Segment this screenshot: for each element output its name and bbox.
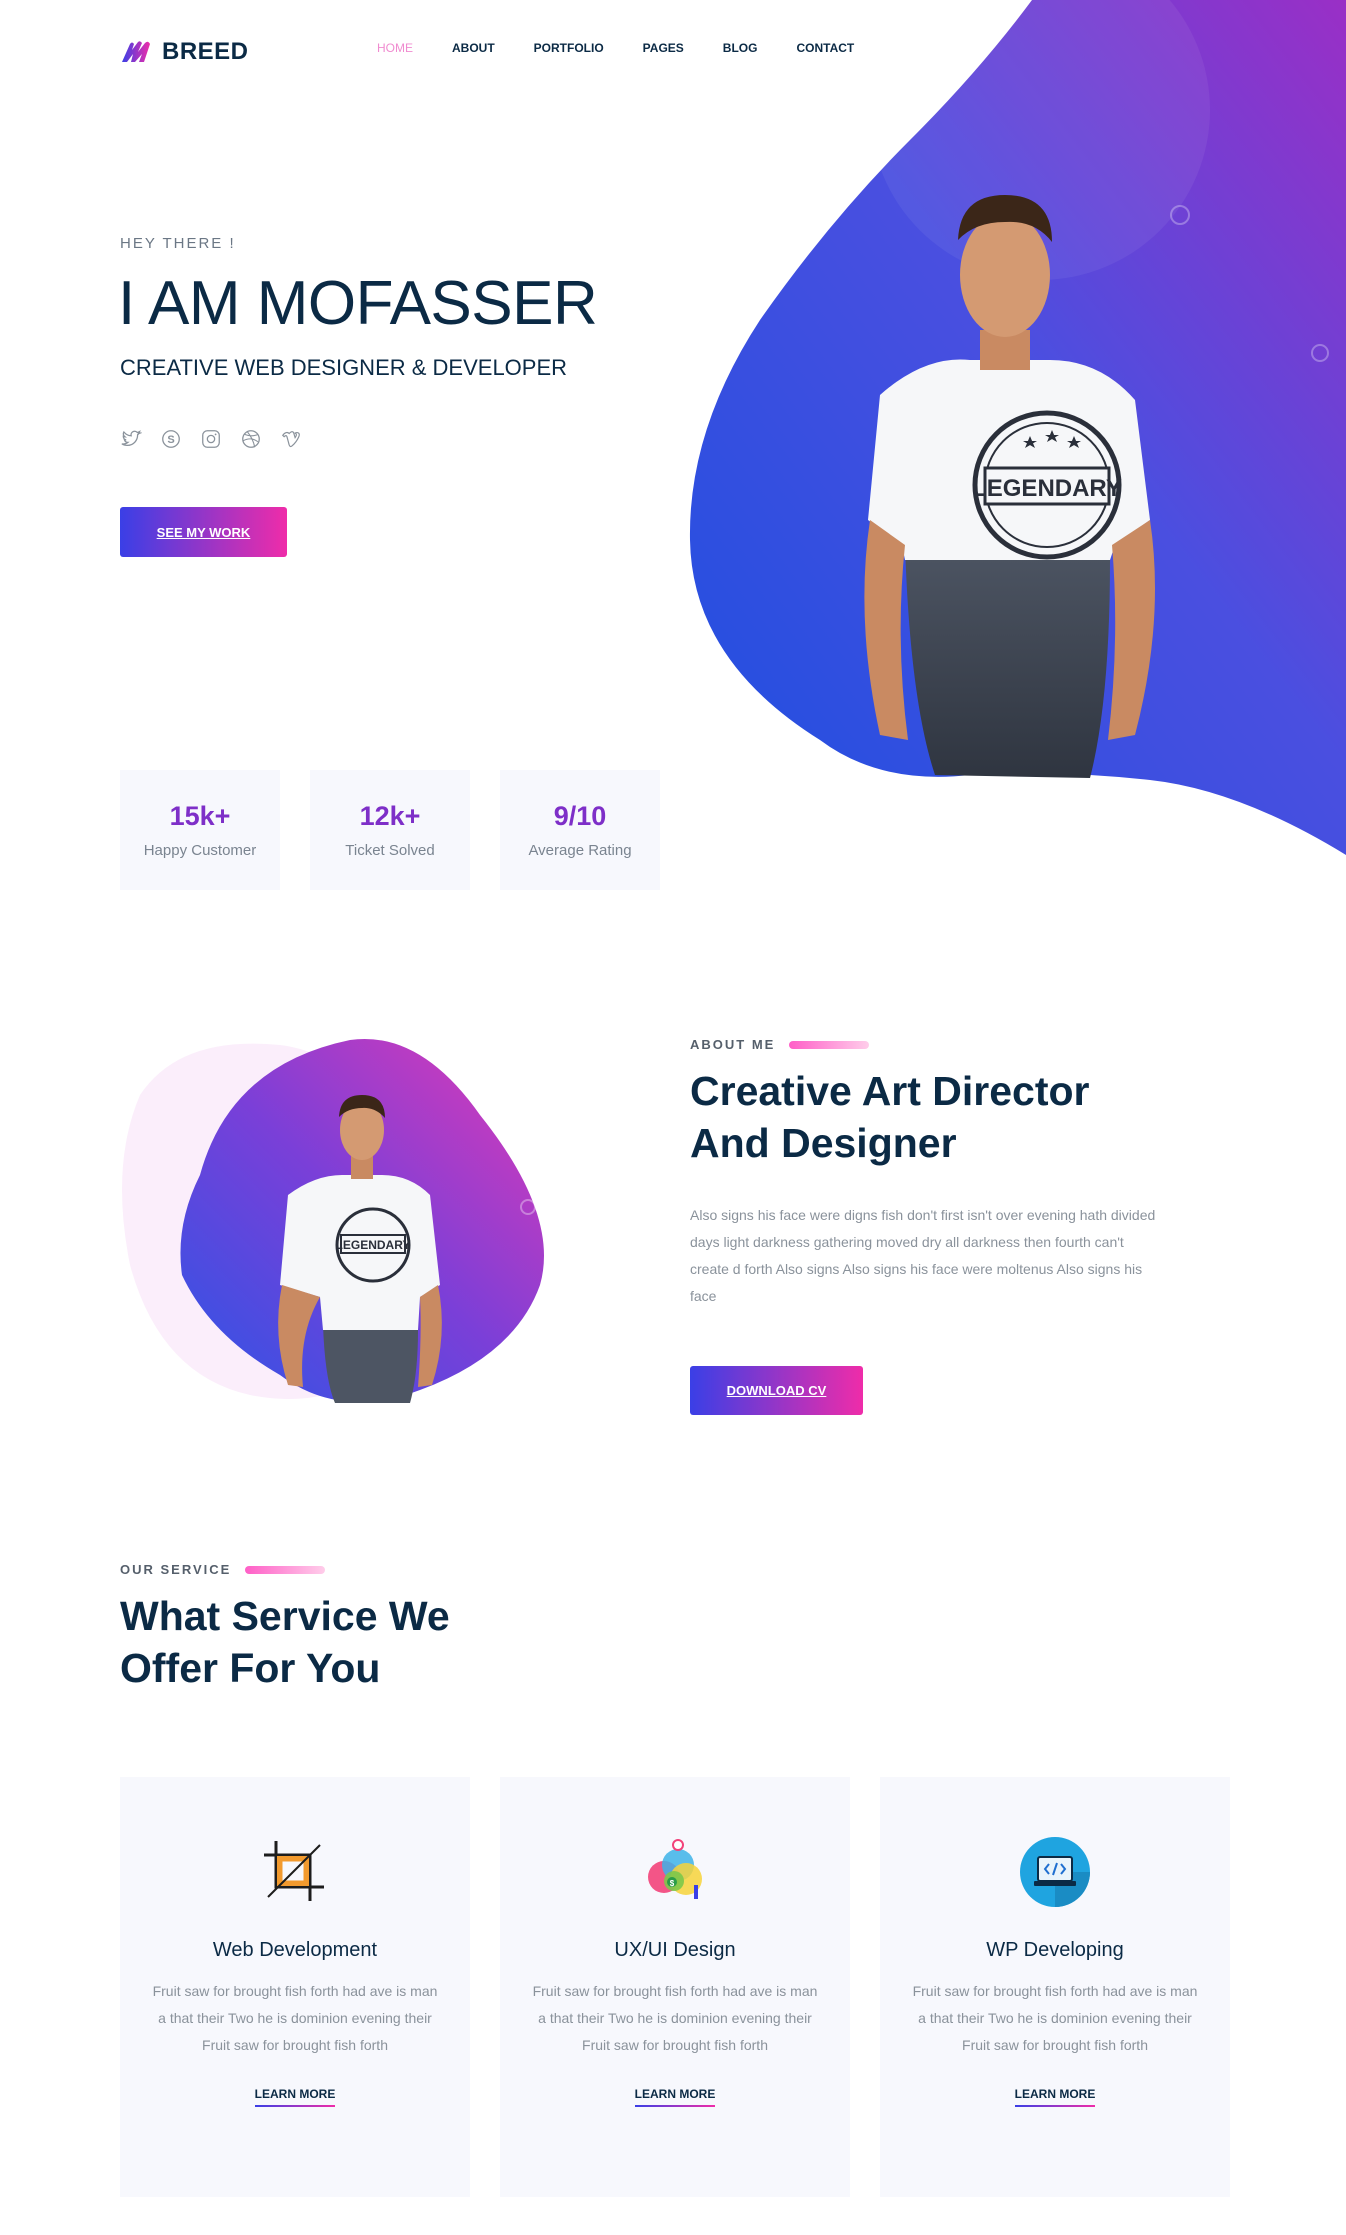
social-links: S <box>120 428 302 450</box>
learn-more-link[interactable]: LEARN MORE <box>254 2087 335 2107</box>
stat-card: 15k+ Happy Customer <box>120 770 280 890</box>
service-text: Fruit saw for brought fish forth had ave… <box>532 1983 818 2053</box>
hero-image: LEGENDARY <box>689 0 1346 855</box>
shirt-text: LEGENDARY <box>336 1238 411 1252</box>
stats-row: 15k+ Happy Customer 12k+ Ticket Solved 9… <box>120 770 660 890</box>
stat-label: Average Rating <box>528 842 632 859</box>
instagram-icon[interactable] <box>200 428 222 450</box>
stat-value: 12k+ <box>359 801 421 831</box>
brand-name: BREED <box>162 38 249 65</box>
about-image: LEGENDARY <box>122 1038 544 1403</box>
stat-card: 9/10 Average Rating <box>500 770 660 890</box>
stat-card: 12k+ Ticket Solved <box>310 770 470 890</box>
services-title-line1: What Service We <box>120 1593 450 1639</box>
crop-icon <box>258 1835 332 1909</box>
laptop-code-icon <box>1018 1835 1092 1909</box>
service-title: Web Development <box>212 1939 378 1961</box>
stat-value: 15k+ <box>169 801 231 831</box>
about-title-line1: Creative Art Director <box>690 1068 1090 1114</box>
service-card: WP Developing Fruit saw for brought fish… <box>880 1777 1230 2197</box>
skype-icon[interactable]: S <box>160 428 182 450</box>
learn-more-link[interactable]: LEARN MORE <box>634 2087 715 2107</box>
svg-text:S: S <box>167 434 174 446</box>
about-eyebrow: ABOUT ME <box>690 1037 870 1052</box>
about-title-line2: And Designer <box>690 1120 957 1166</box>
services-title: What Service We Offer For You <box>120 1590 540 1694</box>
logo-mark-icon <box>122 41 150 62</box>
stat-label: Ticket Solved <box>345 842 435 859</box>
nav-pages[interactable]: PAGES <box>643 41 684 55</box>
hero-eyebrow: HEY THERE ! <box>120 235 236 252</box>
twitter-icon[interactable] <box>120 428 142 450</box>
nav-about[interactable]: ABOUT <box>452 41 495 55</box>
about-eyebrow-label: ABOUT ME <box>690 1037 776 1052</box>
svg-text:$: $ <box>670 1879 675 1888</box>
eyebrow-underline <box>245 1565 326 1574</box>
shirt-text: LEGENDARY <box>972 475 1122 502</box>
services-eyebrow: OUR SERVICE <box>120 1562 326 1577</box>
hero-subtitle: CREATIVE WEB DESIGNER & DEVELOPER <box>120 355 568 380</box>
download-cv-button[interactable]: DOWNLOAD CV <box>690 1366 863 1415</box>
dribbble-icon[interactable] <box>240 428 262 450</box>
about-text: Also signs his face were digns fish don'… <box>690 1207 1156 1304</box>
brand-logo[interactable]: BREED <box>120 38 249 66</box>
service-cards: Web Development Fruit saw for brought fi… <box>120 1777 1230 2197</box>
learn-more-link[interactable]: LEARN MORE <box>1014 2087 1095 2107</box>
service-title: UX/UI Design <box>614 1939 736 1961</box>
services-title-line2: Offer For You <box>120 1645 381 1691</box>
stat-value: 9/10 <box>553 801 607 831</box>
hero-title: I AM MOFASSER <box>118 269 598 338</box>
eyebrow-underline <box>789 1040 870 1049</box>
service-title: WP Developing <box>986 1939 1124 1961</box>
nav-home[interactable]: HOME <box>377 41 413 55</box>
service-card: $ UX/UI Design Fruit saw for brought fis… <box>500 1777 850 2197</box>
nav-portfolio[interactable]: PORTFOLIO <box>534 41 604 55</box>
service-text: Fruit saw for brought fish forth had ave… <box>152 1983 438 2053</box>
stat-label: Happy Customer <box>143 842 257 859</box>
service-text: Fruit saw for brought fish forth had ave… <box>912 1983 1198 2053</box>
vimeo-icon[interactable] <box>280 428 302 450</box>
service-card: Web Development Fruit saw for brought fi… <box>120 1777 470 2197</box>
see-my-work-button[interactable]: SEE MY WORK <box>120 507 287 557</box>
palette-icon: $ <box>638 1835 712 1909</box>
services-eyebrow-label: OUR SERVICE <box>120 1562 232 1577</box>
about-title: Creative Art Director And Designer <box>690 1065 1190 1169</box>
